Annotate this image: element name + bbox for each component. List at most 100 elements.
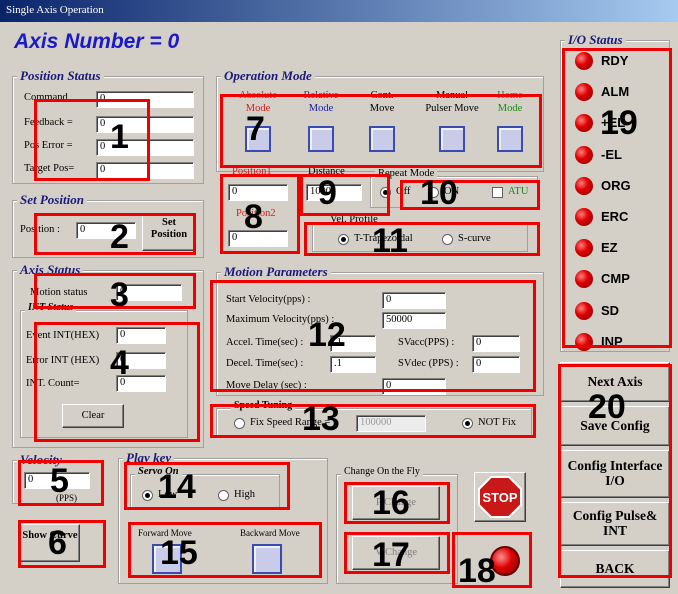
repeat-on-label: ON xyxy=(444,186,460,197)
p-change-button[interactable]: P Change xyxy=(352,486,440,520)
mode-absolute-button[interactable] xyxy=(245,126,271,152)
save-config-button[interactable]: Save Config xyxy=(560,406,670,446)
change-on-fly-title: Change On the Fly xyxy=(341,466,423,477)
mode-cont-button[interactable] xyxy=(369,126,395,152)
stop-sign-icon: STOP xyxy=(478,476,522,518)
mode-cont-top: Cont. xyxy=(370,90,394,101)
servo-low-label: Low xyxy=(158,489,178,500)
motion-parameters-group: Motion Parameters xyxy=(216,264,544,396)
clear-button[interactable]: Clear xyxy=(62,404,124,428)
set-position-label: Position : xyxy=(20,224,60,235)
position2-field[interactable]: 0 xyxy=(228,230,288,247)
start-velocity-field[interactable]: 0 xyxy=(382,292,446,309)
scurve-radio[interactable] xyxy=(442,234,453,245)
feedback-label: Feedback = xyxy=(24,117,73,128)
accel-time-label: Accel. Time(sec) : xyxy=(226,337,304,348)
svdec-field[interactable]: 0 xyxy=(472,356,520,373)
mode-absolute-bottom: Mode xyxy=(245,103,271,114)
fix-speed-radio[interactable] xyxy=(234,418,245,429)
window-titlebar: Single Axis Operation xyxy=(0,0,678,22)
repeat-on-radio[interactable] xyxy=(428,187,439,198)
error-int-field: 0 xyxy=(116,352,166,369)
start-velocity-label: Start Velocity(pps) : xyxy=(226,294,311,305)
atu-label: ATU xyxy=(508,186,529,197)
io-led-el xyxy=(575,145,593,164)
repeat-off-radio[interactable] xyxy=(380,187,391,198)
repeat-off-label: Off xyxy=(396,186,411,197)
motion-status-field: 0 xyxy=(116,284,182,301)
int-count-label: INT. Count= xyxy=(26,378,80,389)
config-pulse-int-button[interactable]: Config Pulse& INT xyxy=(560,502,670,546)
mode-home-button[interactable] xyxy=(497,126,523,152)
window-title: Single Axis Operation xyxy=(6,4,104,16)
fix-speed-label: Fix Speed Range = xyxy=(250,417,331,428)
config-interface-io-button[interactable]: Config Interface I/O xyxy=(560,450,670,498)
axis-number-label: Axis Number = 0 xyxy=(14,30,180,53)
forward-move-button[interactable] xyxy=(152,544,182,574)
mode-home-top: Home xyxy=(497,90,523,101)
backward-move-label: Backward Move xyxy=(240,528,300,538)
svg-text:STOP: STOP xyxy=(482,490,517,505)
event-int-label: Event INT(HEX) xyxy=(26,330,100,341)
back-button[interactable]: BACK xyxy=(560,550,670,588)
error-int-label: Error INT (HEX) xyxy=(26,355,100,366)
velocity-unit: (PPS) xyxy=(56,493,78,503)
next-axis-button[interactable]: Next Axis xyxy=(560,362,670,402)
target-pos-field: 0 xyxy=(96,162,194,179)
servo-high-radio[interactable] xyxy=(218,490,229,501)
position1-field[interactable]: 0 xyxy=(228,184,288,201)
emergency-knob-icon[interactable] xyxy=(490,546,520,576)
feedback-field: 0 xyxy=(96,116,194,133)
svdec-label: SVdec (PPS) : xyxy=(398,358,459,369)
move-delay-field[interactable]: 0 xyxy=(382,378,446,395)
io-label: ALM xyxy=(601,84,630,100)
int-count-field: 0 xyxy=(116,375,166,392)
set-position-button[interactable]: Set Position xyxy=(142,213,196,251)
mode-relative-top: Relative xyxy=(303,90,339,101)
command-label: Command xyxy=(24,92,68,103)
io-led-sd xyxy=(575,301,593,320)
mode-manual-button[interactable] xyxy=(439,126,465,152)
event-int-field: 0 xyxy=(116,327,166,344)
decel-time-label: Decel. Time(sec) : xyxy=(226,358,304,369)
max-velocity-field[interactable]: 50000 xyxy=(382,312,446,329)
io-label: EZ xyxy=(601,240,618,256)
show-curve-button[interactable]: Show Curve xyxy=(20,524,80,562)
accel-time-field[interactable]: .1 xyxy=(330,335,376,352)
io-led-erc xyxy=(575,208,593,226)
mode-manual-bottom: Pulser Move xyxy=(425,103,479,114)
backward-move-button[interactable] xyxy=(252,544,282,574)
stop-button[interactable]: STOP xyxy=(474,472,526,522)
fix-speed-field: 100000 xyxy=(356,415,426,432)
not-fix-label: NOT Fix xyxy=(478,417,517,428)
svacc-label: SVacc(PPS) : xyxy=(398,337,455,348)
mode-relative-bottom: Mode xyxy=(308,103,334,114)
io-led-inp xyxy=(575,332,593,351)
io-led-org xyxy=(575,176,593,195)
servo-on-title: Servo On xyxy=(135,466,182,477)
mode-relative-button[interactable] xyxy=(308,126,334,152)
not-fix-radio[interactable] xyxy=(462,418,473,429)
distance-field[interactable]: 1000 xyxy=(306,184,362,201)
velocity-title: Velocity xyxy=(17,452,65,468)
svacc-field[interactable]: 0 xyxy=(472,335,520,352)
decel-time-field[interactable]: .1 xyxy=(330,356,376,373)
velocity-field: 0 xyxy=(24,472,90,489)
servo-low-radio[interactable] xyxy=(142,490,153,501)
trapezoidal-label: T-Trapezoidal xyxy=(354,233,413,244)
position2-label: Position2 xyxy=(236,208,276,219)
mode-manual-top: Manual xyxy=(435,90,469,101)
trapezoidal-radio[interactable] xyxy=(338,234,349,245)
atu-checkbox[interactable] xyxy=(492,187,503,198)
forward-move-label: Forward Move xyxy=(138,528,192,538)
motion-status-label: Motion status xyxy=(30,287,88,298)
position-status-title: Position Status xyxy=(17,68,104,84)
io-label: ORG xyxy=(601,177,631,193)
io-label: RDY xyxy=(601,53,629,68)
scurve-label: S-curve xyxy=(458,233,491,244)
set-position-input[interactable]: 0 xyxy=(76,222,136,239)
distance-label: Distance xyxy=(308,166,345,177)
set-position-title: Set Position xyxy=(17,192,87,208)
v-change-button[interactable]: V Change xyxy=(352,536,440,570)
io-label: SD xyxy=(601,302,620,318)
